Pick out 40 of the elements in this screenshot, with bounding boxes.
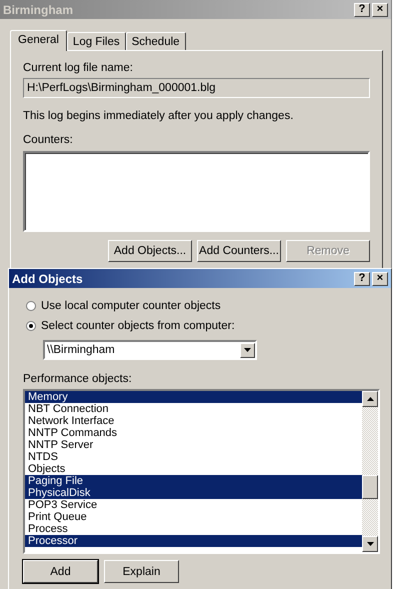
radio-button[interactable] [26, 301, 36, 311]
radio-button[interactable] [26, 321, 36, 331]
dialog-title: Add Objects [12, 272, 83, 286]
counters-list[interactable] [23, 151, 370, 232]
tab[interactable]: General [10, 30, 67, 51]
list-item[interactable]: NTDS [25, 451, 362, 463]
info-text: This log begins immediately after you apply changes. [23, 109, 294, 123]
counters-label: Counters: [23, 133, 74, 147]
field-label: Current log file name: [23, 61, 134, 75]
dialog-button[interactable]: Add Counters... [197, 240, 281, 262]
list-item[interactable]: PhysicalDisk [25, 487, 362, 499]
list-item[interactable]: NBT Connection [25, 403, 362, 415]
list-item[interactable]: NNTP Server [25, 439, 362, 451]
objects-list[interactable]: Memory NBT Connection Network Interface NNTP Commands NNTP Server NTDS Objects Paging File PhysicalDisk POP3 Service Print Queue Process Processor [23, 389, 380, 554]
computer-dropdown[interactable]: \\Birmingham [43, 340, 257, 360]
list-item[interactable]: Objects [25, 463, 362, 475]
scrollbar[interactable] [362, 391, 378, 552]
list-item[interactable]: Memory [25, 391, 362, 403]
dialog-button[interactable]: Explain [104, 560, 179, 583]
radio-label[interactable]: Use local computer counter objects [41, 299, 221, 313]
window-title: Birmingham [3, 2, 74, 16]
list-item[interactable]: Process [25, 523, 362, 535]
help-button[interactable]: ? [354, 272, 370, 286]
list-item[interactable]: Paging File [25, 475, 362, 487]
list-label: Performance objects: [23, 372, 133, 386]
scroll-up-icon[interactable] [362, 391, 378, 407]
dialog-button[interactable]: Add Objects... [108, 240, 192, 262]
log-file-field[interactable]: H:\PerfLogs\Birmingham_000001.blg [23, 78, 370, 98]
scroll-thumb[interactable] [362, 475, 378, 499]
dialog-button[interactable]: Add [23, 560, 98, 583]
tab[interactable]: Schedule [126, 32, 186, 50]
close-button[interactable]: × [372, 272, 388, 286]
tab[interactable]: Log Files [66, 32, 126, 50]
list-item[interactable]: Network Interface [25, 415, 362, 427]
list-item[interactable]: Print Queue [25, 511, 362, 523]
list-item[interactable]: POP3 Service [25, 499, 362, 511]
list-item[interactable]: NNTP Commands [25, 427, 362, 439]
list-item[interactable]: Processor [25, 535, 362, 547]
scroll-down-icon[interactable] [362, 536, 378, 552]
radio-label[interactable]: Select counter objects from computer: [41, 319, 235, 333]
